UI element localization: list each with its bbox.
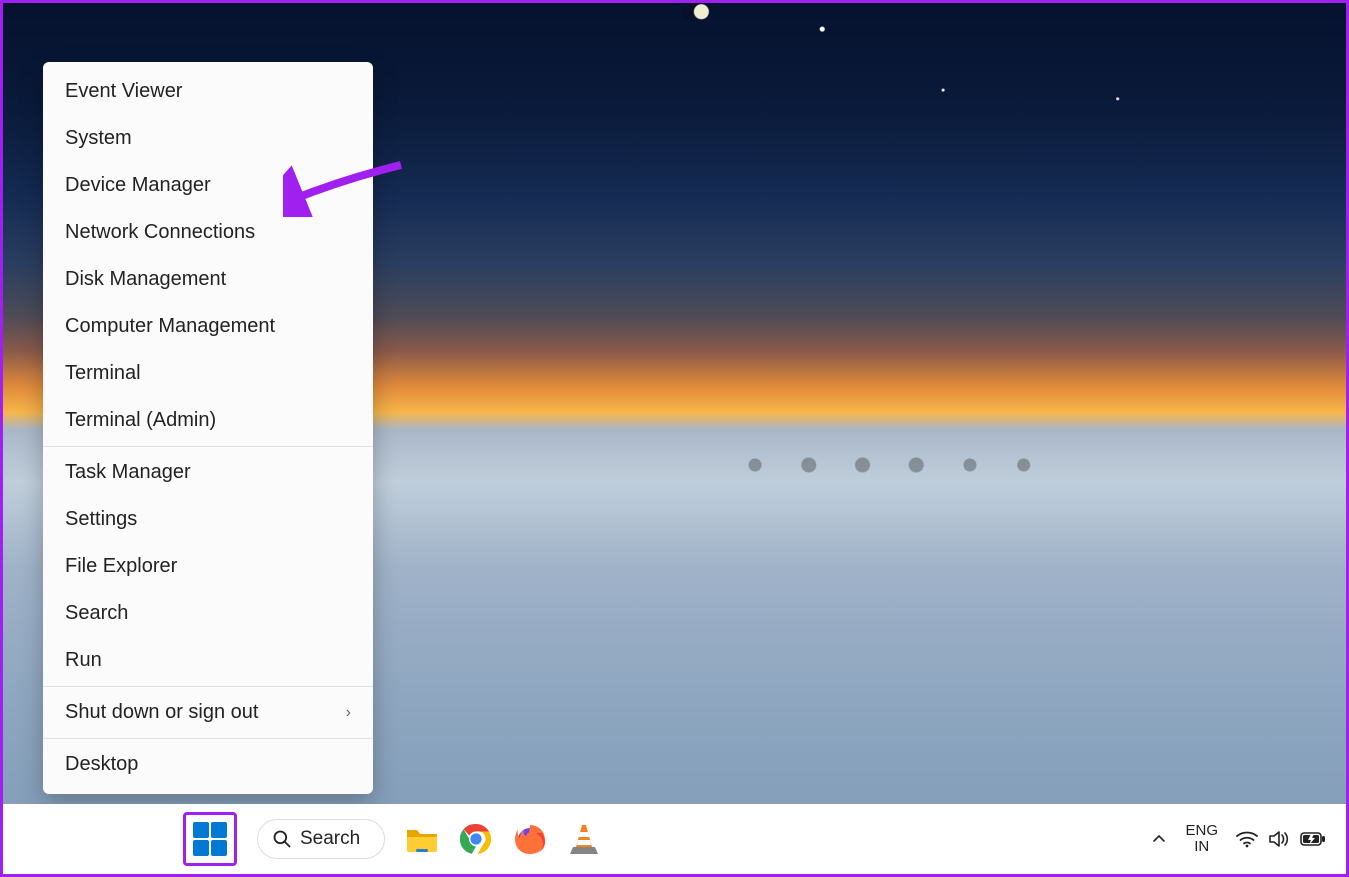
- menu-item-system[interactable]: System: [43, 115, 373, 162]
- menu-item-terminal-admin[interactable]: Terminal (Admin): [43, 397, 373, 444]
- menu-item-run[interactable]: Run: [43, 637, 373, 684]
- menu-item-task-manager[interactable]: Task Manager: [43, 449, 373, 496]
- language-indicator[interactable]: ENG IN: [1185, 823, 1218, 855]
- menu-separator: [43, 738, 373, 739]
- vlc-icon: [569, 823, 599, 855]
- menu-item-label: Event Viewer: [65, 80, 182, 103]
- taskbar-pinned-chrome[interactable]: [459, 822, 493, 856]
- menu-item-shutdown[interactable]: Shut down or sign out ›: [43, 689, 373, 736]
- menu-item-label: System: [65, 127, 132, 150]
- menu-item-label: Desktop: [65, 753, 138, 776]
- taskbar-pinned-vlc[interactable]: [567, 822, 601, 856]
- windows-logo-icon: [193, 822, 227, 856]
- taskbar-pinned-file-explorer[interactable]: [405, 822, 439, 856]
- menu-item-label: Run: [65, 649, 102, 672]
- menu-separator: [43, 686, 373, 687]
- search-icon: [272, 829, 292, 849]
- start-button[interactable]: [183, 812, 237, 866]
- taskbar-search[interactable]: Search: [257, 819, 385, 859]
- taskbar-search-label: Search: [300, 828, 360, 850]
- volume-icon[interactable]: [1268, 830, 1290, 848]
- menu-item-label: Settings: [65, 508, 137, 531]
- menu-item-label: Terminal (Admin): [65, 409, 216, 432]
- menu-item-label: Terminal: [65, 362, 141, 385]
- file-explorer-icon: [405, 824, 439, 854]
- chevron-right-icon: ›: [346, 704, 351, 722]
- winx-power-user-menu: Event Viewer System Device Manager Network …: [43, 62, 373, 794]
- menu-item-label: Shut down or sign out: [65, 701, 258, 724]
- menu-separator: [43, 446, 373, 447]
- menu-item-label: Computer Management: [65, 315, 275, 338]
- menu-item-label: Task Manager: [65, 461, 191, 484]
- firefox-icon: [514, 823, 546, 855]
- language-bottom: IN: [1185, 839, 1218, 855]
- language-top: ENG: [1185, 823, 1218, 839]
- battery-icon[interactable]: [1300, 831, 1326, 847]
- taskbar: Search: [3, 804, 1346, 874]
- menu-item-settings[interactable]: Settings: [43, 496, 373, 543]
- taskbar-pinned-firefox[interactable]: [513, 822, 547, 856]
- menu-item-label: Device Manager: [65, 174, 211, 197]
- chrome-icon: [460, 823, 492, 855]
- menu-item-desktop[interactable]: Desktop: [43, 741, 373, 788]
- menu-item-label: File Explorer: [65, 555, 177, 578]
- menu-item-label: Network Connections: [65, 221, 255, 244]
- menu-item-computer-management[interactable]: Computer Management: [43, 303, 373, 350]
- menu-item-label: Disk Management: [65, 268, 226, 291]
- tray-chevron-up-icon[interactable]: [1151, 831, 1167, 847]
- menu-item-file-explorer[interactable]: File Explorer: [43, 543, 373, 590]
- menu-item-network-connections[interactable]: Network Connections: [43, 209, 373, 256]
- menu-item-event-viewer[interactable]: Event Viewer: [43, 68, 373, 115]
- wifi-icon[interactable]: [1236, 830, 1258, 848]
- menu-item-device-manager[interactable]: Device Manager: [43, 162, 373, 209]
- menu-item-disk-management[interactable]: Disk Management: [43, 256, 373, 303]
- menu-item-label: Search: [65, 602, 128, 625]
- menu-item-search[interactable]: Search: [43, 590, 373, 637]
- menu-item-terminal[interactable]: Terminal: [43, 350, 373, 397]
